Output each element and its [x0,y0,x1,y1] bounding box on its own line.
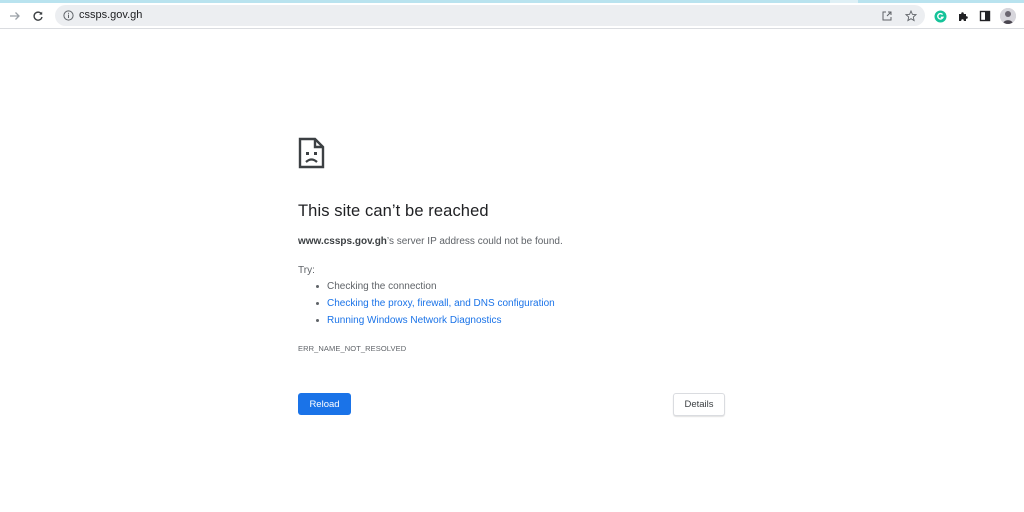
forward-button[interactable] [5,6,25,26]
puzzle-icon [959,12,968,21]
reload-icon [33,11,43,21]
site-info-button[interactable] [61,8,76,23]
url-text[interactable]: cssps.gov.gh [79,9,142,22]
sad-page-icon [298,137,325,169]
bookmark-button[interactable] [903,8,919,24]
address-bar[interactable]: cssps.gov.gh [55,5,925,26]
error-host: www.cssps.gov.gh [298,236,387,247]
profile-picture [1000,8,1016,24]
avatar[interactable] [1000,8,1016,24]
grammarly-icon [934,10,946,22]
details-button[interactable]: Details [673,393,725,416]
star-icon [905,10,917,22]
arrow-right-icon [10,12,20,20]
extensions-button[interactable] [955,8,971,24]
try-label: Try: [298,265,315,276]
info-icon [63,10,74,21]
error-title: This site can’t be reached [298,202,489,220]
suggestion-check-connection: Checking the connection [313,280,555,297]
suggestion-network-diagnostics-link[interactable]: Running Windows Network Diagnostics [313,314,555,331]
grammarly-extension-button[interactable] [932,8,948,24]
error-code: ERR_NAME_NOT_RESOLVED [298,344,407,353]
reload-page-button[interactable]: Reload [298,393,351,415]
side-panel-icon [979,10,991,22]
error-detail-text: ’s server IP address could not be found. [386,236,563,247]
suggestion-list: Checking the connection Checking the pro… [313,280,555,331]
suggestion-check-proxy-link[interactable]: Checking the proxy, firewall, and DNS co… [313,297,555,314]
share-icon [882,11,892,21]
error-detail: www.cssps.gov.gh’s server IP address cou… [298,236,563,247]
side-panel-button[interactable] [977,8,993,24]
browser-toolbar: cssps.gov.gh [0,3,1024,29]
reload-button[interactable] [28,6,48,26]
share-button[interactable] [879,8,895,24]
